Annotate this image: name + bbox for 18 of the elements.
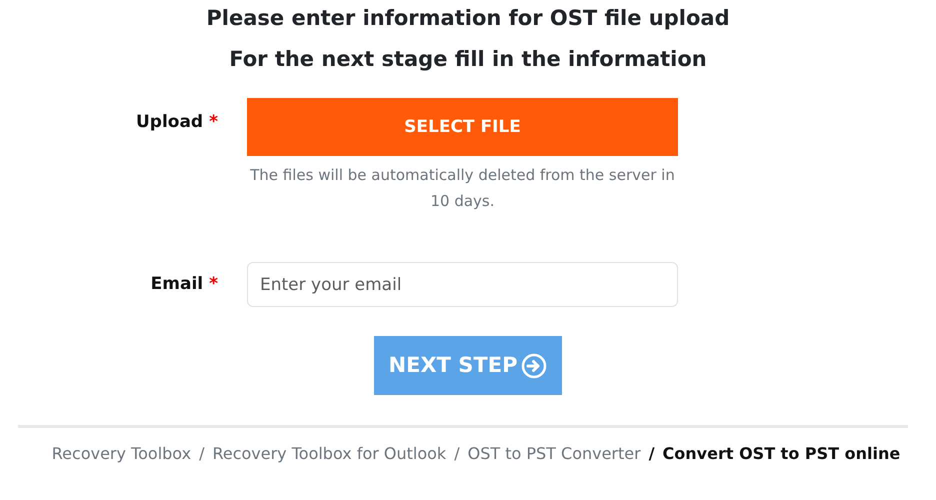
field-label: Upload: [136, 111, 204, 134]
email-field[interactable]: Enter your email: [247, 262, 678, 308]
select-file-button[interactable]: SELECT FILE: [247, 98, 678, 156]
heading: Please enter information for OST file upload: [206, 6, 730, 32]
required-mark: *: [209, 273, 218, 296]
field-label: Email: [150, 273, 204, 296]
arrow-circle-icon: [521, 352, 548, 379]
breadcrumb-separator: /: [648, 443, 655, 466]
next-step-button[interactable]: NEXT STEP: [374, 336, 562, 396]
breadcrumb-separator: /: [454, 443, 460, 466]
required-mark: *: [209, 111, 218, 134]
breadcrumb-separator: /: [199, 443, 204, 466]
upload-note: The files will be automatically deleted from the server in 10 days.: [249, 165, 676, 212]
breadcrumb-current: Convert OST to PST online: [662, 443, 900, 466]
heading: For the next stage fill in the information: [229, 47, 707, 72]
breadcrumb-link[interactable]: Recovery Toolbox: [52, 442, 192, 466]
breadcrumb-link[interactable]: OST to PST Converter: [468, 442, 641, 466]
breadcrumb-link[interactable]: Recovery Toolbox for Outlook: [212, 442, 446, 466]
